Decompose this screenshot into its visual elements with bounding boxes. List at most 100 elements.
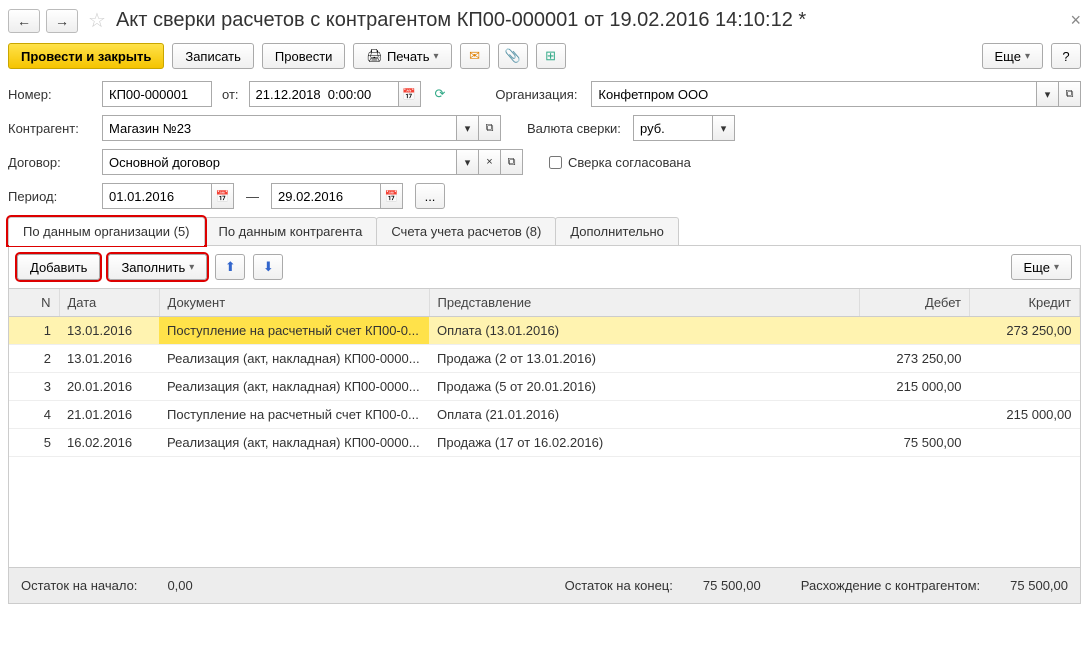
post-and-close-button[interactable]: Провести и закрыть [8,43,164,69]
diff-value: 75 500,00 [1010,578,1068,593]
table-row[interactable]: 2 13.01.2016 Реализация (акт, накладная)… [9,345,1080,373]
date-input[interactable] [249,81,399,107]
agreed-label: Сверка согласована [568,155,691,170]
footer-summary: Остаток на начало: 0,00 Остаток на конец… [9,567,1080,603]
col-n[interactable]: N [9,289,59,317]
col-doc[interactable]: Документ [159,289,429,317]
nav-back-button[interactable]: ← [8,9,40,33]
col-date[interactable]: Дата [59,289,159,317]
write-button[interactable]: Записать [172,43,254,69]
tab-partner-data[interactable]: По данным контрагента [204,217,378,245]
period-from-input[interactable] [102,183,212,209]
cell-credit: 273 250,00 [970,317,1080,345]
cell-n: 5 [9,429,59,457]
calendar-icon[interactable]: 📅 [381,183,403,209]
diff-label: Расхождение с контрагентом: [801,578,980,593]
more-button[interactable]: Еще [982,43,1043,69]
calendar-icon[interactable]: 📅 [399,81,421,107]
structure-icon: ⊞ [545,48,556,64]
printer-icon: 🖨 [366,48,383,64]
number-label: Номер: [8,87,96,102]
chevron-down-icon[interactable]: ▾ [1037,81,1059,107]
cell-doc: Реализация (акт, накладная) КП00-0000... [159,373,429,401]
move-up-button[interactable]: ⬆ [215,254,245,280]
currency-input[interactable] [633,115,713,141]
table-more-button[interactable]: Еще [1011,254,1072,280]
refresh-icon[interactable]: ⟳ [435,86,446,102]
tab-org-data[interactable]: По данным организации (5) [8,217,205,245]
arrow-down-icon: ⬇ [263,259,274,275]
open-icon[interactable]: ⧉ [479,115,501,141]
cell-n: 4 [9,401,59,429]
start-balance-label: Остаток на начало: [21,578,137,593]
partner-label: Контрагент: [8,121,96,136]
cell-repr: Продажа (2 от 13.01.2016) [429,345,860,373]
chevron-down-icon[interactable]: ▾ [713,115,735,141]
dash: — [246,189,259,204]
cell-date: 13.01.2016 [59,317,159,345]
envelope-icon: ✉ [469,48,480,64]
number-input[interactable] [102,81,212,107]
period-to-input[interactable] [271,183,381,209]
cell-doc: Поступление на расчетный счет КП00-0... [159,317,429,345]
fill-button[interactable]: Заполнить [108,254,207,280]
from-label: от: [222,87,239,102]
contract-label: Договор: [8,155,96,170]
cell-date: 13.01.2016 [59,345,159,373]
close-icon[interactable]: × [1070,10,1081,31]
post-button[interactable]: Провести [262,43,346,69]
col-debit[interactable]: Дебет [860,289,970,317]
cell-debit: 215 000,00 [860,373,970,401]
partner-input[interactable] [102,115,457,141]
period-label: Период: [8,189,96,204]
col-credit[interactable]: Кредит [970,289,1080,317]
favorite-star-icon[interactable]: ☆ [88,8,106,33]
add-button[interactable]: Добавить [17,254,100,280]
table-row[interactable]: 3 20.01.2016 Реализация (акт, накладная)… [9,373,1080,401]
reconciliation-table: N Дата Документ Представление Дебет Кред… [9,289,1080,457]
chevron-down-icon[interactable]: ▾ [457,115,479,141]
cell-date: 21.01.2016 [59,401,159,429]
print-button[interactable]: 🖨 Печать [353,43,451,69]
tab-accounts[interactable]: Счета учета расчетов (8) [376,217,556,245]
org-label: Организация: [495,87,585,102]
agreed-checkbox[interactable] [549,156,562,169]
cell-debit: 75 500,00 [860,429,970,457]
cell-n: 3 [9,373,59,401]
page-title: Акт сверки расчетов с контрагентом КП00-… [116,9,806,32]
move-down-button[interactable]: ⬇ [253,254,283,280]
tabs: По данным организации (5) По данным конт… [8,217,1081,246]
open-icon[interactable]: ⧉ [501,149,523,175]
table-row[interactable]: 5 16.02.2016 Реализация (акт, накладная)… [9,429,1080,457]
contract-input[interactable] [102,149,457,175]
calendar-icon[interactable]: 📅 [212,183,234,209]
start-balance-value: 0,00 [167,578,192,593]
currency-label: Валюта сверки: [527,121,627,136]
table-row[interactable]: 4 21.01.2016 Поступление на расчетный сч… [9,401,1080,429]
chevron-down-icon[interactable]: ▾ [457,149,479,175]
help-button[interactable]: ? [1051,43,1081,69]
cell-repr: Оплата (21.01.2016) [429,401,860,429]
cell-n: 2 [9,345,59,373]
cell-doc: Поступление на расчетный счет КП00-0... [159,401,429,429]
org-input[interactable] [591,81,1037,107]
tab-additional[interactable]: Дополнительно [555,217,679,245]
open-icon[interactable]: ⧉ [1059,81,1081,107]
period-select-button[interactable]: ... [415,183,445,209]
cell-doc: Реализация (акт, накладная) КП00-0000... [159,429,429,457]
attach-button[interactable]: 📎 [498,43,528,69]
clear-icon[interactable]: × [479,149,501,175]
end-balance-value: 75 500,00 [703,578,761,593]
col-repr[interactable]: Представление [429,289,860,317]
email-button[interactable]: ✉ [460,43,490,69]
nav-forward-button[interactable]: → [46,9,78,33]
table-row[interactable]: 1 13.01.2016 Поступление на расчетный сч… [9,317,1080,345]
table-empty-area [9,457,1080,567]
cell-credit [970,429,1080,457]
cell-credit: 215 000,00 [970,401,1080,429]
cell-debit [860,401,970,429]
cell-date: 20.01.2016 [59,373,159,401]
structure-button[interactable]: ⊞ [536,43,566,69]
cell-credit [970,373,1080,401]
cell-repr: Оплата (13.01.2016) [429,317,860,345]
